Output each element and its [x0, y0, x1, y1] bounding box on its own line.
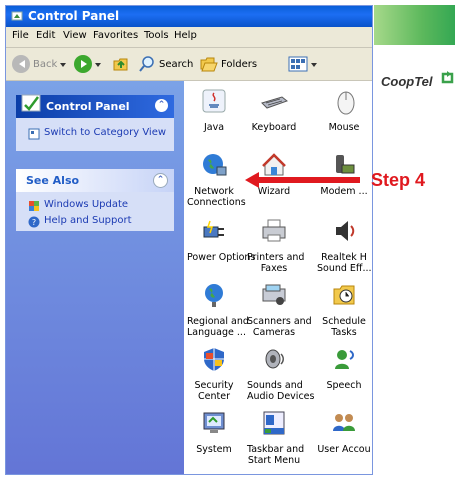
globe-icon	[205, 284, 223, 307]
menu-view[interactable]: View	[63, 30, 87, 41]
keyboard-item[interactable]: Keyboard	[247, 87, 301, 133]
step-label: Step 4	[371, 170, 426, 190]
speech-icon	[335, 350, 354, 369]
forward-button[interactable]	[74, 53, 101, 75]
folders-icon	[200, 57, 218, 72]
cooptel-logo-text: CoopTel	[381, 74, 433, 89]
taskbar-icon	[263, 411, 285, 435]
svg-text:?: ?	[32, 218, 36, 227]
menu-help[interactable]: Help	[174, 30, 197, 41]
sounds-speaker-icon	[265, 349, 284, 369]
back-arrow-icon	[12, 55, 30, 73]
regional-and-language-item[interactable]: Regional and Language ...	[187, 281, 249, 338]
section-title: Control Panel	[46, 100, 130, 113]
window-title: Control Panel	[28, 9, 120, 23]
power-options-item[interactable]: Power Options	[187, 217, 255, 263]
forward-arrow-icon	[74, 55, 92, 73]
scheduled-tasks-icon	[333, 285, 355, 305]
control-panel-section: Control Panel ⌃ Switch to Category View	[16, 94, 174, 151]
scanner-icon	[262, 284, 286, 305]
help-icon: ?	[28, 216, 40, 228]
taskbar-and-start-menu-item[interactable]: Taskbar and Start Menu	[247, 409, 304, 466]
step-arrow-icon	[245, 172, 360, 188]
cooptel-logo-icon	[441, 71, 454, 84]
speaker-icon	[336, 221, 355, 241]
menu-favorites[interactable]: Favorites	[93, 30, 138, 41]
java-item[interactable]: Java	[187, 87, 241, 133]
control-panel-icon	[11, 11, 23, 21]
control-panel-items: Java Keyboard Mouse Network Connections	[184, 81, 372, 474]
up-folder-icon	[113, 58, 128, 71]
brand-banner	[374, 5, 455, 45]
toolbar: Back Search Folders	[6, 48, 372, 81]
security-center-item[interactable]: Security Center	[187, 345, 241, 402]
collapse-chevron-icon[interactable]: ⌃	[153, 173, 168, 188]
views-icon	[288, 56, 308, 72]
dropdown-icon	[311, 62, 317, 70]
back-button[interactable]: Back	[12, 53, 67, 75]
help-and-support-link[interactable]: ? Help and Support	[16, 214, 174, 230]
printers-and-faxes-item[interactable]: Printers and Faxes	[247, 217, 304, 274]
speech-item[interactable]: Speech	[317, 345, 371, 391]
power-options-icon	[203, 220, 224, 238]
menu-bar: File Edit View Favorites Tools Help	[6, 27, 372, 48]
menu-edit[interactable]: Edit	[36, 30, 55, 41]
control-panel-icon	[21, 94, 41, 112]
menu-file[interactable]: File	[12, 30, 29, 41]
search-icon	[139, 56, 154, 72]
user-accounts-item[interactable]: User Accou	[317, 409, 371, 455]
see-also-section: See Also ⌃ Windows Update ? Help and Sup…	[16, 169, 174, 231]
security-shield-icon	[204, 348, 224, 371]
task-pane: Control Panel ⌃ Switch to Category View …	[6, 81, 184, 474]
switch-view-icon	[28, 128, 40, 140]
user-accounts-icon	[333, 414, 355, 431]
scanners-and-cameras-item[interactable]: Scanners and Cameras	[247, 281, 312, 338]
up-folder-button[interactable]	[112, 53, 130, 75]
network-connections-item[interactable]: Network Connections	[187, 151, 246, 208]
dropdown-icon	[60, 62, 67, 70]
views-button[interactable]	[288, 53, 317, 75]
menu-tools[interactable]: Tools	[144, 30, 169, 41]
windows-update-link[interactable]: Windows Update	[16, 198, 174, 214]
sounds-and-audio-item[interactable]: Sounds and Audio Devices	[247, 345, 314, 402]
search-button[interactable]: Search	[138, 53, 193, 75]
keyboard-icon	[261, 96, 289, 109]
system-item[interactable]: System	[187, 409, 241, 455]
collapse-chevron-icon[interactable]: ⌃	[155, 99, 168, 112]
mouse-item[interactable]: Mouse	[317, 87, 371, 133]
printer-icon	[262, 219, 286, 242]
realtek-sound-item[interactable]: Realtek H Sound Eff...	[317, 217, 372, 274]
section-title: See Also	[26, 174, 80, 187]
dropdown-icon	[95, 62, 101, 70]
network-globe-icon	[203, 154, 227, 176]
mouse-icon	[337, 91, 355, 115]
java-icon	[202, 89, 226, 113]
scheduled-tasks-item[interactable]: Schedule Tasks	[317, 281, 371, 338]
control-panel-window: Control Panel File Edit View Favorites T…	[5, 5, 373, 475]
control-panel-section-header[interactable]: Control Panel ⌃	[16, 94, 174, 118]
switch-category-view-link[interactable]: Switch to Category View	[16, 126, 174, 142]
system-icon	[203, 412, 225, 433]
windows-update-icon	[29, 201, 39, 211]
folders-button[interactable]: Folders	[200, 53, 257, 75]
title-bar[interactable]: Control Panel	[6, 6, 372, 27]
see-also-header[interactable]: See Also ⌃	[16, 169, 174, 192]
